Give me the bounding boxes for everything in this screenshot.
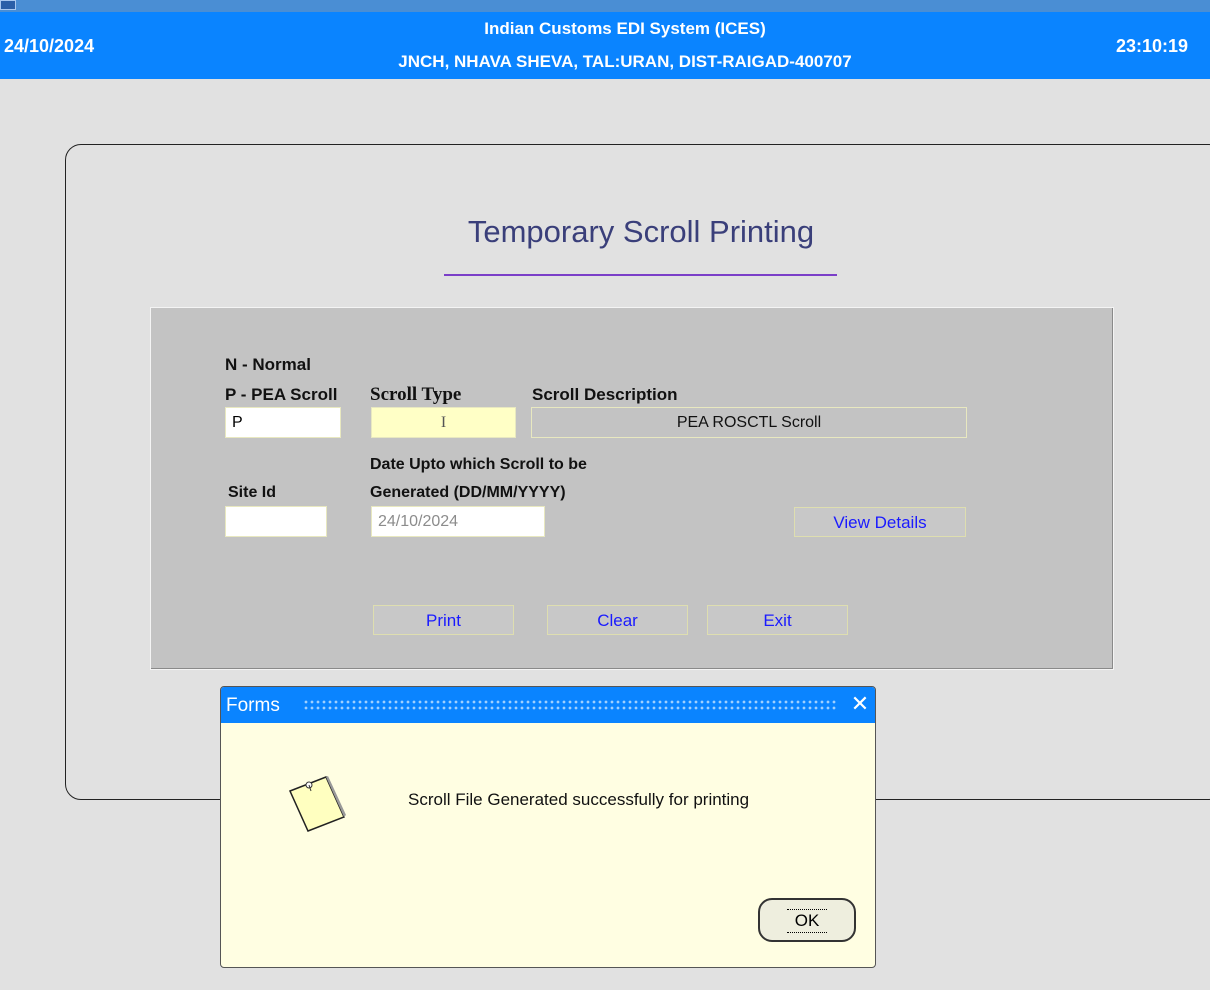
close-icon[interactable]: ✕ bbox=[849, 691, 871, 717]
legend-normal: N - Normal bbox=[225, 355, 311, 374]
app-icon bbox=[0, 0, 16, 10]
dialog-titlebar[interactable]: Forms ✕ bbox=[221, 687, 875, 723]
title-underline bbox=[444, 274, 837, 276]
dialog-title: Forms bbox=[226, 695, 280, 716]
scroll-description-label: Scroll Description bbox=[532, 385, 678, 404]
window-title-strip bbox=[0, 0, 1210, 12]
system-title: Indian Customs EDI System (ICES) bbox=[484, 19, 766, 38]
titlebar-grip bbox=[303, 699, 838, 711]
page-title: Temporary Scroll Printing bbox=[467, 214, 815, 249]
site-id-input[interactable] bbox=[225, 506, 327, 537]
view-details-button[interactable]: View Details bbox=[794, 507, 966, 537]
scroll-type-field[interactable]: I bbox=[371, 407, 516, 438]
ok-button[interactable]: OK bbox=[758, 898, 856, 942]
forms-dialog: Forms ✕ Scroll File Generated successful… bbox=[220, 686, 876, 968]
date-label-line1: Date Upto which Scroll to be bbox=[370, 456, 587, 473]
office-address: JNCH, NHAVA SHEVA, TAL:URAN, DIST-RAIGAD… bbox=[398, 52, 852, 71]
note-icon bbox=[286, 773, 352, 840]
exit-button[interactable]: Exit bbox=[707, 605, 848, 635]
scroll-code-input[interactable]: P bbox=[225, 407, 341, 438]
date-upto-input[interactable]: 24/10/2024 bbox=[371, 506, 545, 537]
scroll-description-field: PEA ROSCTL Scroll bbox=[531, 407, 967, 438]
ok-button-label: OK bbox=[786, 909, 828, 933]
header-time: 23:10:19 bbox=[1115, 36, 1188, 56]
site-id-label: Site Id bbox=[228, 484, 277, 501]
print-button[interactable]: Print bbox=[373, 605, 514, 635]
legend-pea: P - PEA Scroll bbox=[225, 385, 338, 404]
app-header: 24/10/2024 Indian Customs EDI System (IC… bbox=[0, 12, 1210, 79]
form-panel: N - Normal P - PEA Scroll Scroll Type Sc… bbox=[150, 307, 1114, 670]
scroll-type-label: Scroll Type bbox=[370, 384, 462, 405]
dialog-message: Scroll File Generated successfully for p… bbox=[408, 790, 750, 809]
clear-button[interactable]: Clear bbox=[547, 605, 688, 635]
date-label-line2: Generated (DD/MM/YYYY) bbox=[370, 484, 566, 501]
